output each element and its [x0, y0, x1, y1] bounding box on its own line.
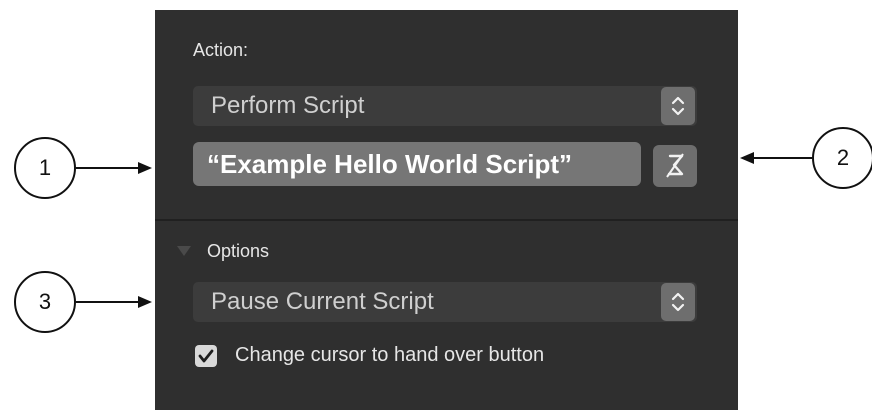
- callout-2: 2: [812, 127, 872, 189]
- callout-3: 3: [14, 271, 76, 333]
- callout-1-label: 1: [38, 155, 52, 180]
- callout-arrows: [76, 152, 812, 308]
- callout-3-label: 3: [38, 289, 52, 314]
- callout-2-label: 2: [836, 145, 850, 170]
- callout-1: 1: [14, 137, 76, 199]
- figure: Action: Perform Script “Example Hello Wo…: [0, 0, 872, 410]
